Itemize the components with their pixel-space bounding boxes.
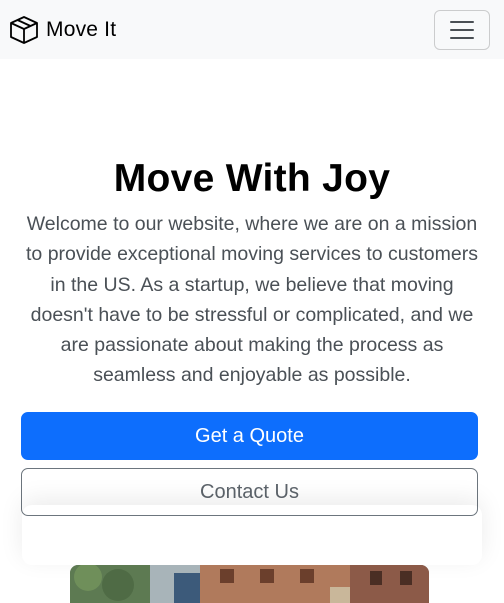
- hamburger-menu-icon: [450, 20, 474, 39]
- navbar-toggle-button[interactable]: [434, 9, 490, 50]
- hero-title: Move With Joy: [113, 157, 391, 200]
- hero-image: [70, 565, 429, 603]
- brand-link[interactable]: Move It: [8, 14, 116, 46]
- box-icon: [10, 15, 38, 44]
- image-card: [22, 505, 482, 565]
- brand-name: Move It: [46, 17, 117, 41]
- get-quote-button[interactable]: Get a Quote: [21, 412, 478, 460]
- navbar: Move It: [0, 0, 504, 59]
- hero-lead-text: Welcome to our website, where we are on …: [26, 213, 478, 387]
